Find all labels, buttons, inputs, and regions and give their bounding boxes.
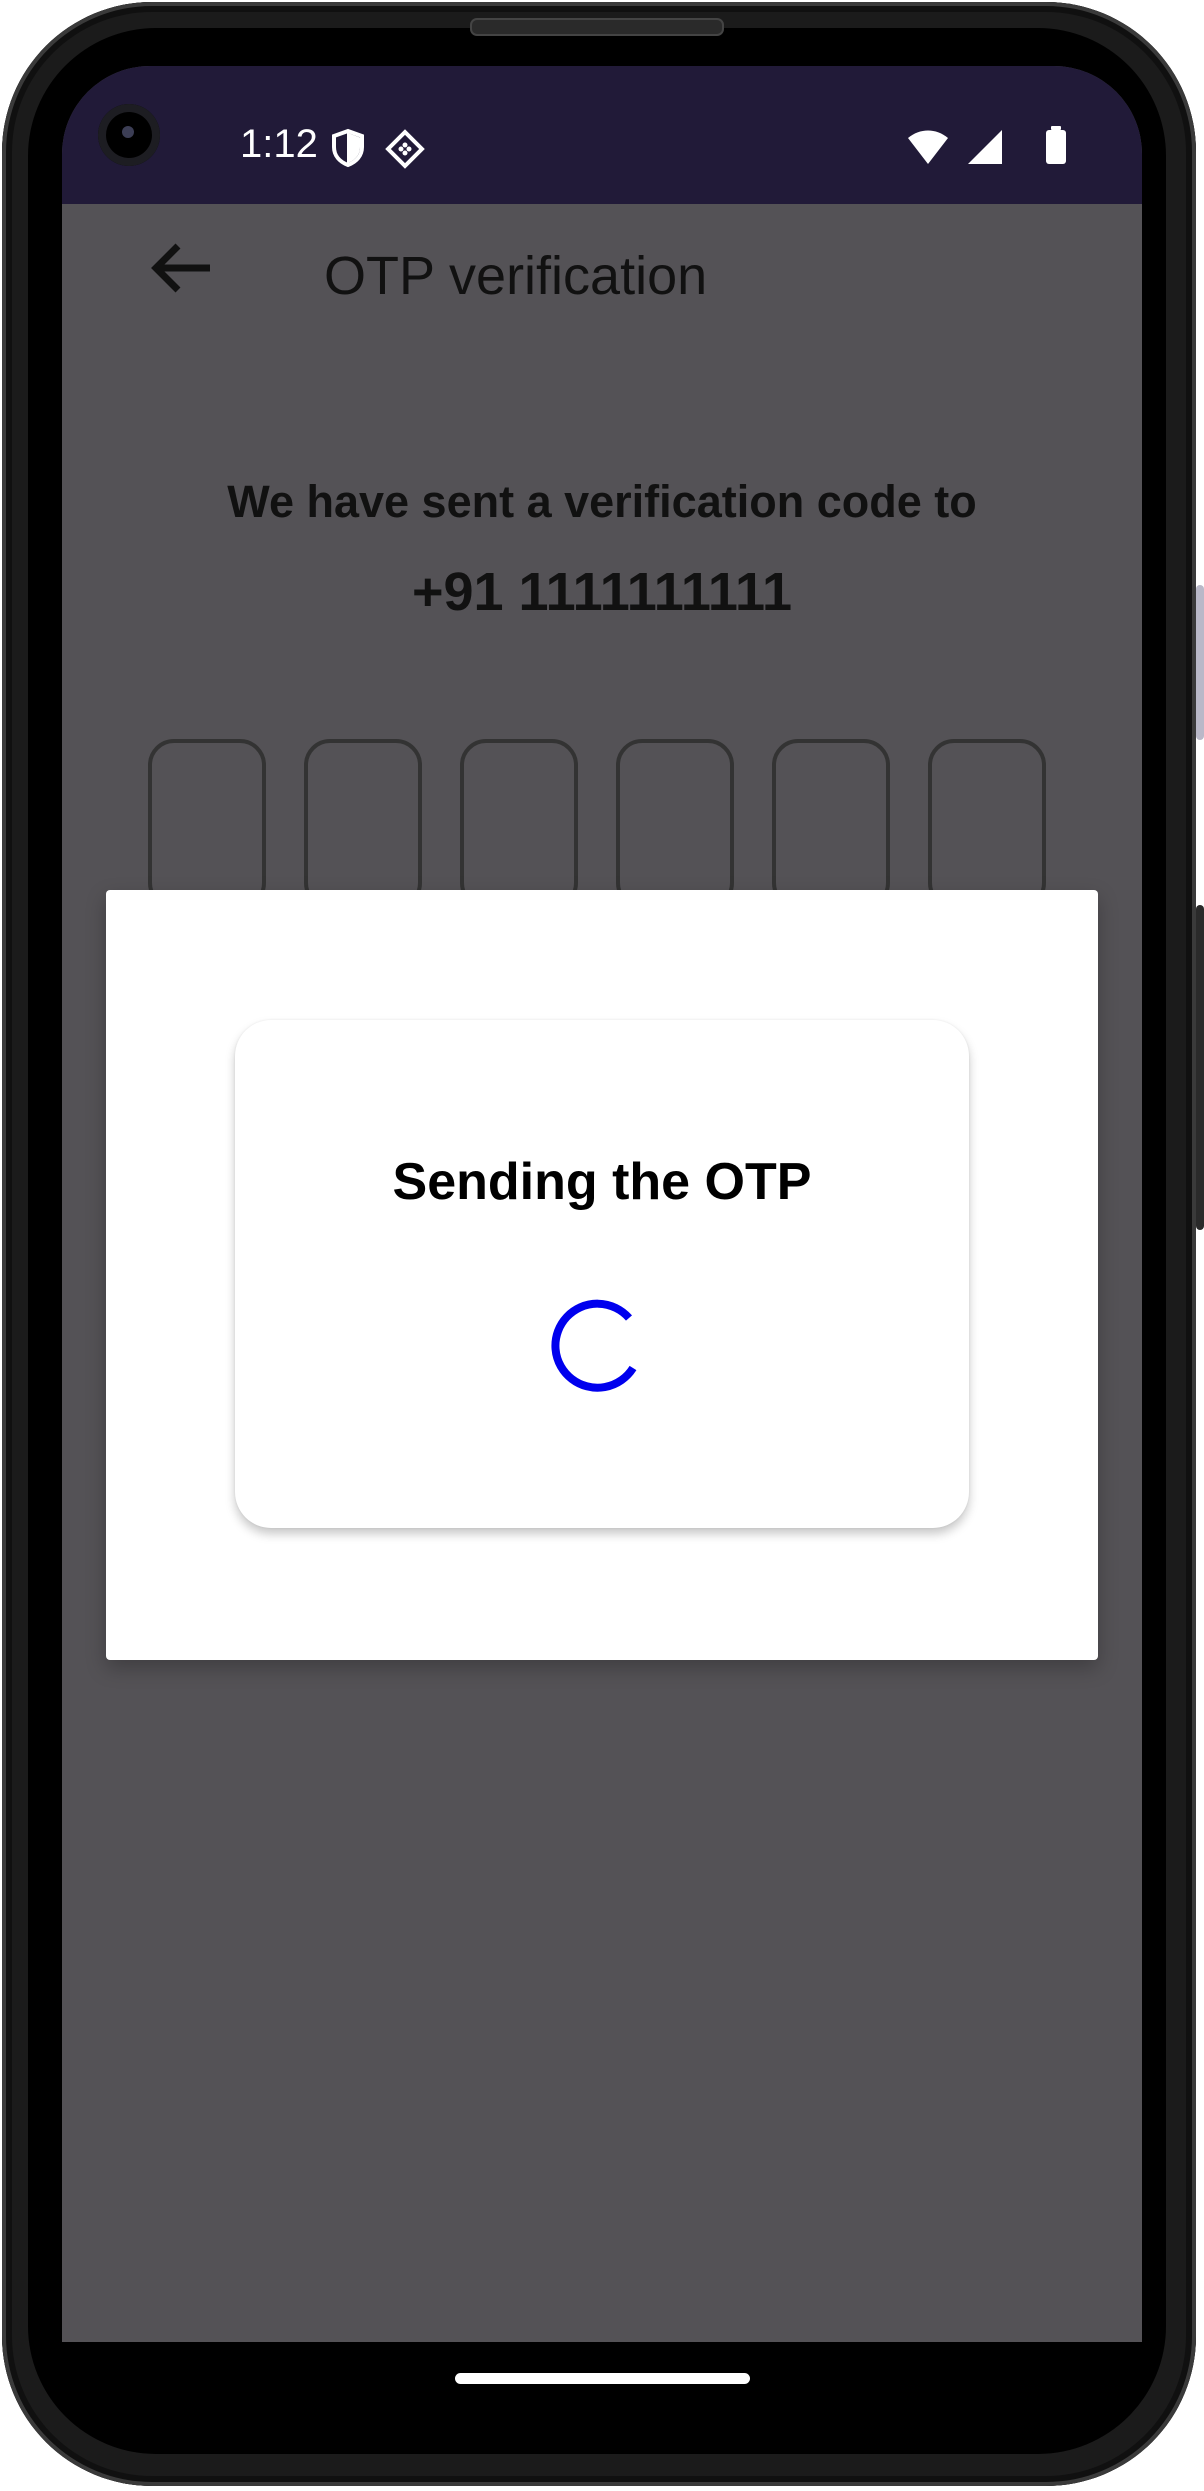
home-gesture-bar[interactable] bbox=[455, 2373, 750, 2384]
phone-device: 1:12 OTP verification We have sent a ver… bbox=[0, 0, 1204, 2491]
cell-signal-icon bbox=[966, 128, 1004, 171]
otp-digit-input-2[interactable] bbox=[304, 739, 422, 909]
verification-message: We have sent a verification code to bbox=[227, 476, 977, 527]
otp-digit-input-3[interactable] bbox=[460, 739, 578, 909]
volume-button bbox=[1196, 585, 1204, 740]
progress-title: Sending the OTP bbox=[392, 1153, 812, 1211]
status-bar: 1:12 bbox=[62, 66, 1142, 204]
phone-number: +91 1111111111 bbox=[411, 562, 793, 622]
page-title: OTP verification bbox=[324, 246, 708, 306]
otp-digit-input-5[interactable] bbox=[772, 739, 890, 909]
arrow-left-icon bbox=[151, 243, 210, 293]
back-button[interactable] bbox=[146, 238, 216, 298]
shield-icon bbox=[330, 128, 366, 173]
loading-spinner-icon bbox=[543, 1276, 663, 1396]
earpiece-speaker bbox=[470, 18, 724, 36]
security-app-icon bbox=[384, 128, 426, 175]
progress-dialog: Sending the OTP bbox=[106, 890, 1098, 1660]
battery-icon bbox=[1044, 126, 1068, 171]
status-time: 1:12 bbox=[240, 122, 318, 166]
otp-digit-input-6[interactable] bbox=[928, 739, 1046, 909]
screen: 1:12 OTP verification We have sent a ver… bbox=[62, 66, 1142, 2342]
otp-digit-input-4[interactable] bbox=[616, 739, 734, 909]
power-button bbox=[1196, 905, 1204, 1230]
otp-digit-input-1[interactable] bbox=[148, 739, 266, 909]
wifi-icon bbox=[906, 128, 950, 171]
progress-card: Sending the OTP bbox=[235, 1020, 969, 1528]
front-camera bbox=[98, 104, 160, 166]
